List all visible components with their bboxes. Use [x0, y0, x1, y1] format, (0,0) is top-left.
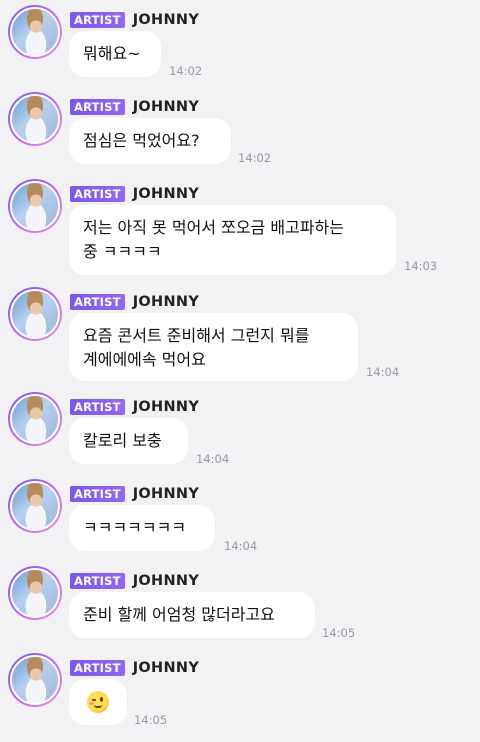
sender-name: JOHNNY — [132, 399, 200, 415]
message-timestamp: 14:05 — [322, 626, 356, 640]
message-header: ARTIST JOHNNY — [70, 396, 199, 418]
avatar[interactable] — [8, 5, 62, 59]
message-bubble[interactable]: 칼로리 보충 — [69, 418, 188, 464]
message-timestamp: 14:04 — [224, 539, 258, 553]
message-timestamp: 14:04 — [196, 452, 230, 466]
avatar[interactable] — [8, 566, 62, 620]
message-bubble[interactable]: 점심은 먹었어요? — [69, 118, 231, 164]
avatar[interactable] — [8, 653, 62, 707]
message-header: ARTIST JOHNNY — [70, 291, 199, 313]
message-timestamp: 14:05 — [134, 713, 168, 727]
message-bubble[interactable]: 뭐해요~ — [69, 31, 161, 77]
message-header: ARTIST JOHNNY — [70, 570, 199, 592]
message-timestamp: 14:02 — [238, 151, 272, 165]
message-timestamp: 14:03 — [404, 259, 438, 273]
message-header: ARTIST JOHNNY — [70, 96, 199, 118]
sender-name: JOHNNY — [132, 12, 200, 28]
avatar[interactable] — [8, 92, 62, 146]
avatar[interactable] — [8, 287, 62, 341]
sender-name: JOHNNY — [132, 99, 200, 115]
message-header: ARTIST JOHNNY — [70, 9, 199, 31]
artist-badge: ARTIST — [70, 399, 125, 415]
avatar[interactable] — [8, 392, 62, 446]
sender-name: JOHNNY — [132, 186, 200, 202]
avatar[interactable] — [8, 479, 62, 533]
message-header: ARTIST JOHNNY — [70, 183, 199, 205]
message-bubble[interactable] — [69, 679, 127, 725]
message-header: ARTIST JOHNNY — [70, 657, 199, 679]
winking-face-icon — [87, 691, 109, 713]
message-timestamp: 14:04 — [366, 365, 400, 379]
artist-badge: ARTIST — [70, 573, 125, 589]
message-bubble[interactable]: 저는 아직 못 먹어서 쪼오금 배고파하는 중 ㅋㅋㅋㅋ — [69, 205, 396, 275]
artist-badge: ARTIST — [70, 486, 125, 502]
artist-badge: ARTIST — [70, 186, 125, 202]
message-bubble[interactable]: 요즘 콘서트 준비해서 그런지 뭐를 계에에에속 먹어요 — [69, 313, 358, 381]
sender-name: JOHNNY — [132, 660, 200, 676]
artist-badge: ARTIST — [70, 12, 125, 28]
chat-thread: ARTIST JOHNNY 뭐해요~ 14:02 ARTIST JOHNNY 점… — [0, 0, 480, 742]
message-bubble[interactable]: 준비 할께 어엄청 많더라고요 — [69, 592, 315, 638]
artist-badge: ARTIST — [70, 660, 125, 676]
sender-name: JOHNNY — [132, 486, 200, 502]
sender-name: JOHNNY — [132, 294, 200, 310]
artist-badge: ARTIST — [70, 99, 125, 115]
message-bubble[interactable]: ㅋㅋㅋㅋㅋㅋㅋ — [69, 505, 215, 551]
message-header: ARTIST JOHNNY — [70, 483, 199, 505]
sender-name: JOHNNY — [132, 573, 200, 589]
artist-badge: ARTIST — [70, 294, 125, 310]
message-timestamp: 14:02 — [169, 64, 203, 78]
avatar[interactable] — [8, 179, 62, 233]
